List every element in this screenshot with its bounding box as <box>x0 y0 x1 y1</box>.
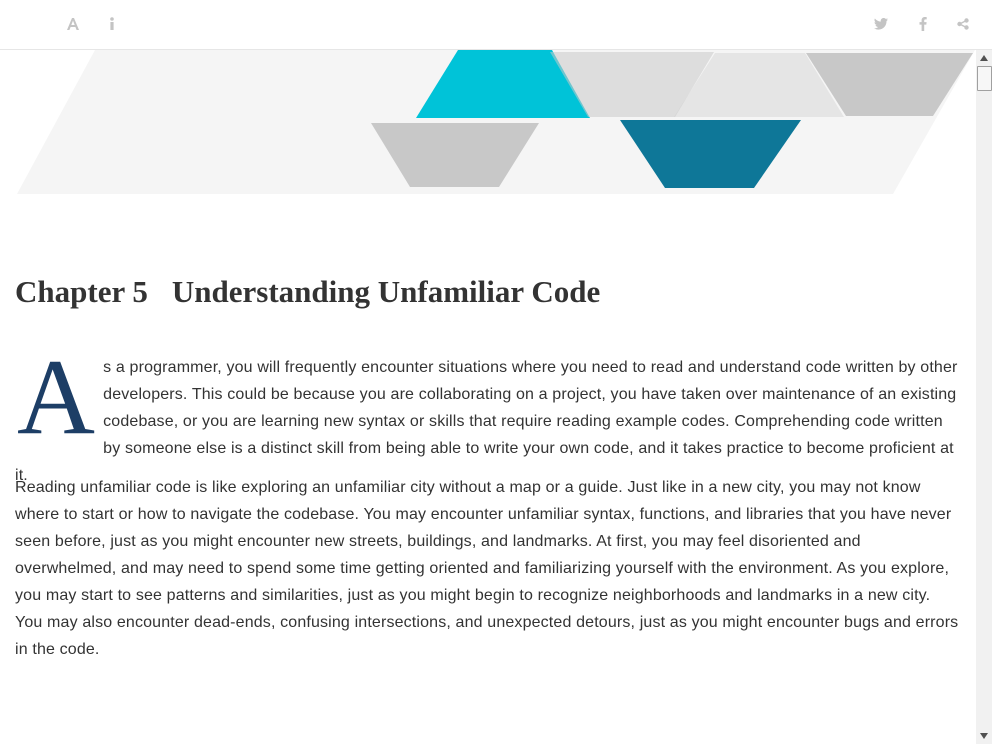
share-icon[interactable] <box>953 14 973 34</box>
chapter-title: Chapter 5 Understanding Unfamiliar Code <box>15 274 600 310</box>
chapter-number: Chapter 5 <box>15 274 148 309</box>
scroll-up-arrow-icon[interactable] <box>976 50 992 66</box>
paragraph-1-text: s a programmer, you will frequently enco… <box>15 359 958 484</box>
reader-toolbar <box>0 0 992 50</box>
twitter-icon[interactable] <box>871 14 891 34</box>
paragraph-1: As a programmer, you will frequently enc… <box>15 338 960 489</box>
chapter-title-text: Understanding Unfamiliar Code <box>171 274 601 309</box>
drop-cap: A <box>17 338 96 457</box>
scroll-down-arrow-icon[interactable] <box>976 728 992 744</box>
chapter-banner-graphic <box>17 50 975 194</box>
font-size-icon[interactable] <box>63 14 83 34</box>
reader-content: Chapter 5 Understanding Unfamiliar Code A… <box>0 50 976 744</box>
vertical-scrollbar[interactable] <box>976 50 992 744</box>
info-icon[interactable] <box>102 14 122 34</box>
scrollbar-thumb[interactable] <box>977 66 992 91</box>
facebook-icon[interactable] <box>913 14 933 34</box>
paragraph-2: Reading unfamiliar code is like explorin… <box>15 479 959 658</box>
